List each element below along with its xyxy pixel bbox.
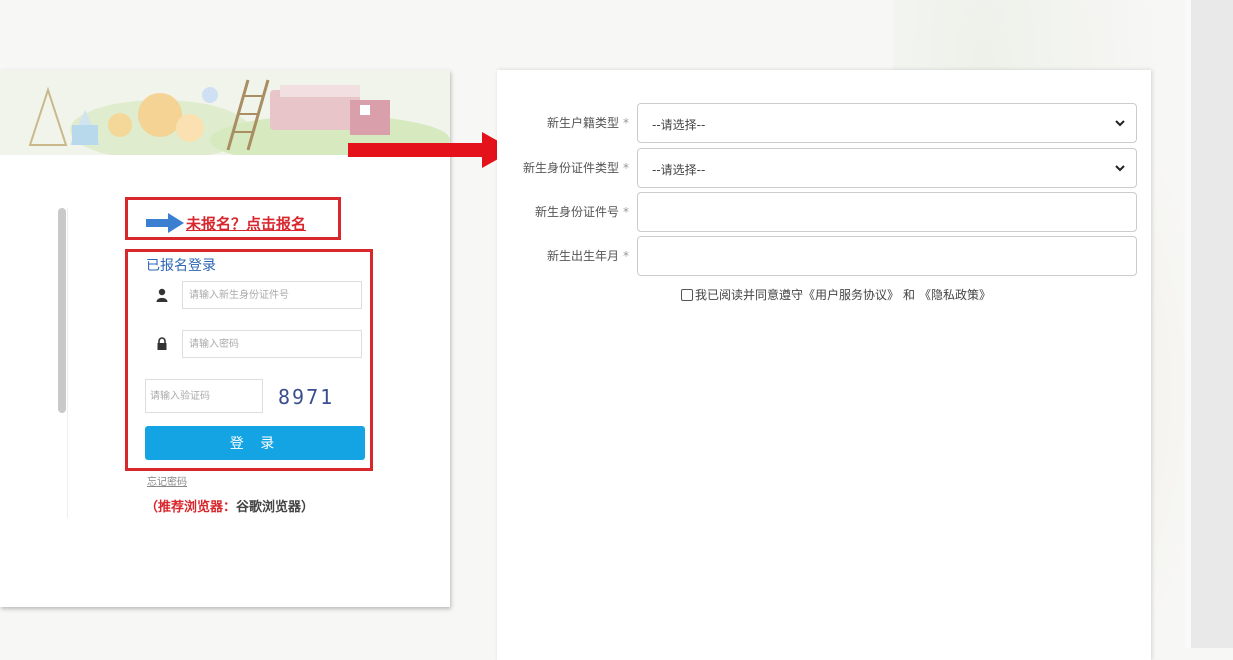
birth-date-label: 新生出生年月 * [546,249,629,263]
browser-tip-prefix: （推荐浏览器： [145,500,237,515]
form-row-id-type: 新生身份证件类型 * --请选择-- [497,148,1151,188]
form-row-id-number: 新生身份证件号 * [497,192,1151,232]
register-link[interactable]: 未报名？点击报名 [186,213,306,234]
user-icon [156,288,168,302]
form-row-birth-date: 新生出生年月 * [497,236,1151,276]
household-type-label: 新生户籍类型 * [546,116,629,130]
agreement-row: 我已阅读并同意遵守 《用户服务协议》 和 《隐私政策》 [681,286,991,303]
browser-tip-name: 谷歌浏览器） [236,500,315,515]
id-number-input[interactable] [182,281,362,309]
id-type-label: 新生身份证件类型 * [522,161,629,175]
id-number-field[interactable] [637,192,1137,232]
chevron-down-icon [1115,165,1125,172]
and-text: 和 [903,288,916,302]
id-number-label: 新生身份证件号 * [534,205,629,219]
user-agreement-link[interactable]: 《用户服务协议》 [803,286,899,303]
form-row-household-type: 新生户籍类型 * --请选择-- [497,103,1151,143]
id-type-select[interactable]: --请选择-- [637,148,1137,188]
household-type-value: --请选择-- [652,118,706,132]
id-type-value: --请选择-- [652,163,706,177]
browser-recommendation: （推荐浏览器：谷歌浏览器） [145,496,314,515]
red-arrow-icon [348,132,514,168]
agreement-checkbox[interactable] [681,288,693,301]
chevron-down-icon [1115,120,1125,127]
arrow-right-icon [146,213,184,233]
privacy-policy-link[interactable]: 《隐私政策》 [919,286,991,303]
lock-icon [157,337,167,350]
scrollbar-thumb[interactable] [58,208,66,413]
forgot-password-link[interactable]: 忘记密码 [147,473,187,488]
password-row [146,330,362,358]
login-button[interactable]: 登 录 [145,426,365,460]
login-title: 已报名登录 [146,258,216,274]
birth-date-field[interactable] [637,236,1137,276]
captcha-input[interactable] [145,379,263,413]
registration-form: 新生户籍类型 * --请选择-- 新生身份证件类型 * --请选择-- 新生身份证件… [497,70,1151,660]
agreement-text: 我已阅读并同意遵守 [695,288,804,302]
page-side-strip [1191,0,1233,648]
captcha-image[interactable]: 8971 [278,385,334,409]
id-number-row [146,281,362,309]
login-highlight-box: 已报名登录 8971 登 录 [125,249,373,471]
register-highlight-box: 未报名？点击报名 [125,197,341,240]
scrollbar-track [67,208,68,518]
password-input[interactable] [182,330,362,358]
household-type-select[interactable]: --请选择-- [637,103,1137,143]
